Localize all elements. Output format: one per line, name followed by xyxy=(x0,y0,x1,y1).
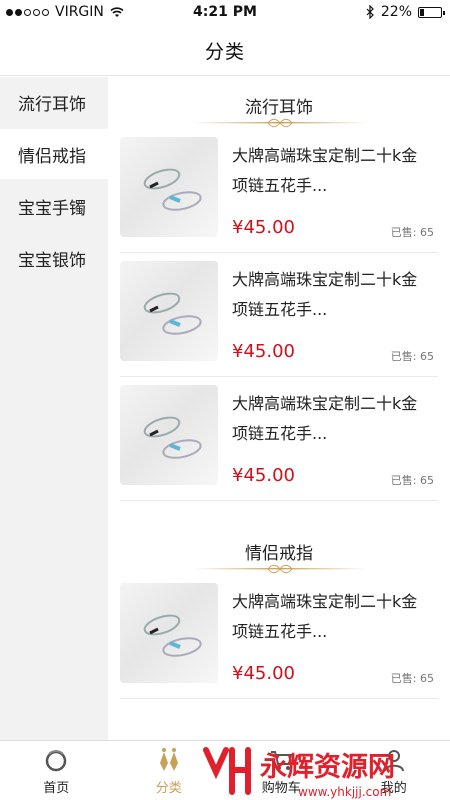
ring-image-icon xyxy=(143,292,202,335)
sidebar-item-baby-silver[interactable]: 宝宝银饰 xyxy=(0,233,108,283)
product-price: ¥45.00 xyxy=(232,663,295,684)
product-image xyxy=(120,261,218,361)
sidebar-item-couple-rings[interactable]: 情侣戒指 xyxy=(0,129,108,179)
ornament-divider-icon xyxy=(194,118,366,128)
sidebar-item-label: 情侣戒指 xyxy=(18,146,86,167)
battery-percent: 22% xyxy=(380,4,412,20)
sidebar-item-earrings[interactable]: 流行耳饰 xyxy=(0,77,108,127)
status-bar: VIRGIN 4:21 PM 22% xyxy=(0,0,450,26)
bluetooth-icon xyxy=(366,5,374,19)
nav-bar: 分类 xyxy=(0,26,450,76)
category-sidebar: 流行耳饰 情侣戒指 宝宝手镯 宝宝银饰 xyxy=(0,77,108,740)
section-title: 情侣戒指 xyxy=(245,544,313,564)
sidebar-item-label: 宝宝手镯 xyxy=(18,198,86,219)
earring-icon xyxy=(159,748,178,771)
ornament-divider-icon xyxy=(194,564,366,574)
product-title: 大牌高端珠宝定制二十k金项链五花手... xyxy=(232,270,418,319)
product-sold-count: 已售: 65 xyxy=(390,672,434,685)
section-title: 流行耳饰 xyxy=(245,98,313,118)
product-title: 大牌高端珠宝定制二十k金项链五花手... xyxy=(232,592,418,641)
section-header: 流行耳饰 xyxy=(108,77,450,129)
product-list[interactable]: 流行耳饰 大牌高端珠宝定制二十k金项链五花手... ¥45.00 已售: 65 xyxy=(108,77,450,740)
section-header: 情侣戒指 xyxy=(108,523,450,575)
battery-level xyxy=(420,8,425,16)
product-price: ¥45.00 xyxy=(232,465,295,486)
product-price: ¥45.00 xyxy=(232,341,295,362)
product-image xyxy=(120,385,218,485)
home-ring-icon xyxy=(46,750,67,772)
sidebar-item-label: 宝宝银饰 xyxy=(18,250,86,271)
product-sold-count: 已售: 65 xyxy=(390,226,434,239)
page-title: 分类 xyxy=(204,41,245,63)
product-card[interactable]: 大牌高端珠宝定制二十k金项链五花手... ¥45.00 已售: 65 xyxy=(120,129,438,253)
product-sold-count: 已售: 65 xyxy=(390,474,434,487)
battery-icon xyxy=(418,6,445,18)
product-title: 大牌高端珠宝定制二十k金项链五花手... xyxy=(232,146,418,195)
product-sold-count: 已售: 65 xyxy=(390,350,434,363)
watermark-logo: 永辉资源网 www.yhkjjj.com xyxy=(203,747,395,799)
product-card[interactable]: 大牌高端珠宝定制二十k金项链五花手... ¥45.00 已售: 65 xyxy=(120,253,438,377)
product-image xyxy=(120,583,218,683)
product-card[interactable]: 大牌高端珠宝定制二十k金项链五花手... ¥45.00 已售: 65 xyxy=(120,575,438,699)
tab-label: 分类 xyxy=(155,781,182,796)
product-title: 大牌高端珠宝定制二十k金项链五花手... xyxy=(232,394,418,443)
sidebar-item-baby-bracelets[interactable]: 宝宝手镯 xyxy=(0,181,108,231)
product-image xyxy=(120,137,218,237)
ring-image-icon xyxy=(143,416,202,459)
ring-image-icon xyxy=(143,168,202,211)
status-right: 22% xyxy=(365,4,445,20)
product-price: ¥45.00 xyxy=(232,217,295,238)
tab-label: 首页 xyxy=(43,781,70,796)
sidebar-item-label: 流行耳饰 xyxy=(18,94,86,115)
watermark-url: www.yhkjjj.com xyxy=(298,785,391,799)
ring-image-icon xyxy=(143,614,202,657)
watermark-text: 永辉资源网 xyxy=(259,752,395,783)
tab-home[interactable]: 首页 xyxy=(0,741,113,800)
product-card[interactable]: 大牌高端珠宝定制二十k金项链五花手... ¥45.00 已售: 65 xyxy=(120,377,438,501)
